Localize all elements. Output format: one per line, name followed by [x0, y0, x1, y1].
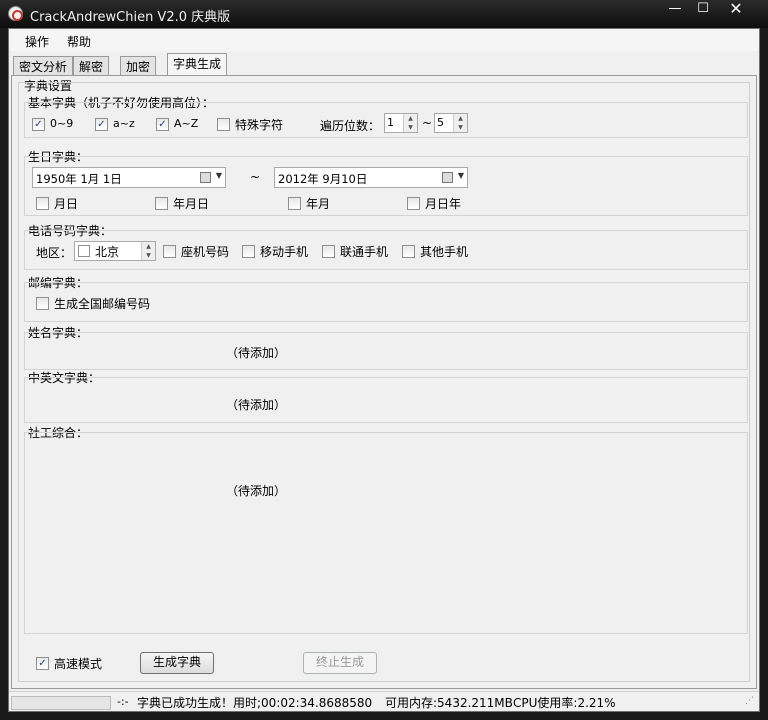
special-chars-label: 特殊字符 — [235, 118, 284, 132]
tab-cipher-analysis[interactable]: 密文分析 — [13, 56, 74, 75]
digits-checkbox[interactable]: ✓ — [32, 118, 45, 131]
date-to-picker[interactable]: 2012年 9月10日 ▼ — [274, 167, 468, 188]
date-from-picker[interactable]: 1950年 1月 1日 ▼ — [32, 167, 226, 188]
fast-mode-label: 高速模式 — [54, 657, 103, 671]
social-dict-pending: （待添加） — [226, 484, 287, 498]
tab-decrypt[interactable]: 解密 — [73, 56, 110, 75]
special-chars-checkbox[interactable] — [217, 118, 230, 131]
year-month-checkbox[interactable] — [288, 197, 301, 210]
date-range-sep: ~ — [250, 170, 261, 184]
region-label: 地区： — [36, 246, 73, 260]
month-day-year-label: 月日年 — [425, 197, 462, 211]
digits-from-stepper[interactable]: 1 ▲ ▼ — [384, 113, 418, 133]
digits-count-label: 遍历位数： — [320, 119, 381, 133]
other-mobile-checkbox[interactable] — [402, 245, 415, 258]
lowercase-checkbox[interactable]: ✓ — [95, 118, 108, 131]
fast-mode-checkbox[interactable]: ✓ — [36, 657, 49, 670]
social-dict-group — [24, 432, 748, 634]
mobile-label: 移动手机 — [260, 245, 309, 259]
digits-label: 0~9 — [50, 117, 74, 130]
date-to-value: 2012年 9月10日 — [278, 172, 368, 186]
landline-checkbox[interactable] — [163, 245, 176, 258]
region-stepper[interactable]: 北京 ▲ ▼ — [74, 241, 156, 261]
landline-label: 座机号码 — [181, 245, 230, 259]
digits-from-value: 1 — [387, 116, 394, 129]
main-window: 操作 帮助 密文分析 解密 加密 字典生成 字典设置 基本字典（机子不好勿使用高… — [8, 28, 760, 712]
uppercase-label: A~Z — [174, 117, 199, 130]
chevron-down-icon[interactable]: ▼ — [216, 171, 222, 180]
close-button[interactable]: ✕ — [718, 0, 754, 20]
cn-en-dict-group — [24, 377, 748, 423]
calendar-icon[interactable] — [200, 172, 211, 183]
digits-to-value: 5 — [437, 116, 444, 129]
chevron-down-icon[interactable]: ▼ — [458, 171, 464, 180]
title-bar: CrackAndrewChien V2.0 庆典版 — ☐ ✕ — [0, 0, 768, 28]
memory-status: 可用内存:5432.211MB — [385, 696, 513, 710]
postcode-checkbox[interactable] — [36, 297, 49, 310]
stepper-arrows-icon[interactable]: ▲ ▼ — [403, 114, 417, 132]
year-month-day-checkbox[interactable] — [155, 197, 168, 210]
month-day-checkbox[interactable] — [36, 197, 49, 210]
month-day-year-checkbox[interactable] — [407, 197, 420, 210]
stepper-arrows-icon[interactable]: ▲ ▼ — [141, 242, 155, 260]
year-month-label: 年月 — [306, 197, 331, 211]
window-title: CrackAndrewChien V2.0 庆典版 — [30, 10, 231, 25]
mobile-checkbox[interactable] — [242, 245, 255, 258]
year-month-day-label: 年月日 — [173, 197, 210, 211]
tab-strip: 密文分析 解密 加密 字典生成 — [9, 53, 759, 75]
uppercase-checkbox[interactable]: ✓ — [156, 118, 169, 131]
resize-grip-icon[interactable]: ⋰ — [745, 696, 754, 706]
region-value: 北京 — [95, 245, 120, 259]
name-dict-group — [24, 332, 748, 370]
maximize-button[interactable]: ☐ — [686, 0, 720, 20]
cpu-status: CPU使用率:2.21% — [513, 696, 616, 710]
menu-operate[interactable]: 操作 — [25, 33, 49, 50]
month-day-label: 月日 — [54, 197, 79, 211]
cn-en-dict-pending: （待添加） — [226, 398, 287, 412]
menu-help[interactable]: 帮助 — [67, 33, 91, 50]
other-mobile-label: 其他手机 — [420, 245, 469, 259]
status-separator: -:- — [117, 695, 129, 708]
unicom-label: 联通手机 — [340, 245, 389, 259]
tab-dictionary-generation[interactable]: 字典生成 — [167, 53, 228, 75]
name-dict-pending: （待添加） — [226, 346, 287, 360]
app-icon — [8, 6, 23, 21]
menu-bar: 操作 帮助 — [9, 29, 759, 51]
region-color-box — [78, 245, 90, 257]
calendar-icon[interactable] — [442, 172, 453, 183]
postcode-label: 生成全国邮编号码 — [54, 297, 151, 311]
status-bar: -:- 字典已成功生成！用时;00:02:34.8688580 可用内存:543… — [9, 691, 759, 711]
stepper-arrows-icon[interactable]: ▲ ▼ — [453, 114, 467, 132]
digits-range-sep: ~ — [422, 116, 433, 130]
tab-panel: 字典设置 基本字典（机子不好勿使用高位）： ✓ 0~9 ✓ a~z ✓ A~Z … — [11, 75, 757, 689]
stop-generate-button[interactable]: 终止生成 — [303, 652, 377, 674]
status-message: 字典已成功生成！用时;00:02:34.8688580 — [137, 696, 373, 710]
date-from-value: 1950年 1月 1日 — [36, 172, 122, 186]
digits-to-stepper[interactable]: 5 ▲ ▼ — [434, 113, 468, 133]
generate-dict-button[interactable]: 生成字典 — [140, 652, 214, 674]
tab-encrypt[interactable]: 加密 — [120, 56, 157, 75]
lowercase-label: a~z — [113, 117, 135, 130]
progress-bar — [11, 696, 111, 710]
unicom-checkbox[interactable] — [322, 245, 335, 258]
